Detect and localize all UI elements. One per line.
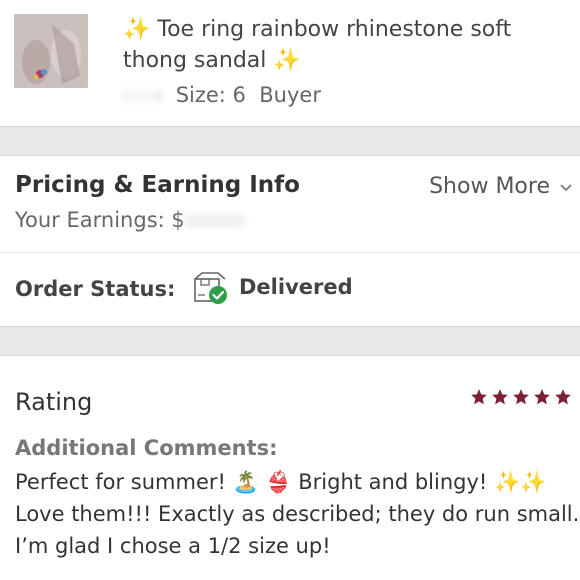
pricing-title: Pricing & Earning Info bbox=[15, 172, 300, 198]
section-divider bbox=[0, 126, 580, 156]
earnings-label: Your Earnings: $ bbox=[15, 208, 185, 232]
chevron-down-icon[interactable] bbox=[560, 182, 572, 194]
package-delivered-icon bbox=[194, 272, 227, 304]
item-meta: Size: 6 Buyer bbox=[123, 80, 543, 110]
comments-text: Perfect for summer! 🏝️ 👙 Bright and blin… bbox=[15, 470, 580, 558]
item-title[interactable]: ✨ Toe ring rainbow rhinestone soft thong… bbox=[123, 14, 563, 76]
earnings-row: Your Earnings: $ bbox=[15, 208, 245, 232]
order-status-label: Order Status: bbox=[15, 277, 176, 301]
blurred-earnings bbox=[184, 215, 245, 227]
star-icon bbox=[471, 389, 487, 405]
sandal-image bbox=[14, 14, 88, 88]
rating-title: Rating bbox=[15, 388, 93, 416]
buyer-label: Buyer bbox=[259, 83, 321, 107]
star-icon bbox=[492, 389, 508, 405]
order-status-value: Delivered bbox=[239, 275, 353, 299]
section-divider bbox=[0, 326, 580, 356]
item-size: Size: 6 bbox=[175, 83, 246, 107]
pricing-section: Pricing & Earning Info Show More Your Ea… bbox=[0, 156, 580, 252]
rating-section: Rating Additional Comments: Perfect for … bbox=[0, 356, 580, 580]
star-rating bbox=[470, 388, 572, 406]
item-thumbnail[interactable] bbox=[14, 14, 88, 88]
star-icon bbox=[534, 389, 550, 405]
blurred-text bbox=[123, 90, 163, 102]
star-icon bbox=[513, 389, 529, 405]
comments-label: Additional Comments: bbox=[15, 436, 278, 460]
show-more-button[interactable]: Show More bbox=[429, 174, 550, 199]
order-item-card[interactable]: ✨ Toe ring rainbow rhinestone soft thong… bbox=[0, 0, 580, 126]
order-status-row: Order Status: Delivered bbox=[0, 253, 580, 325]
star-icon bbox=[555, 389, 571, 405]
